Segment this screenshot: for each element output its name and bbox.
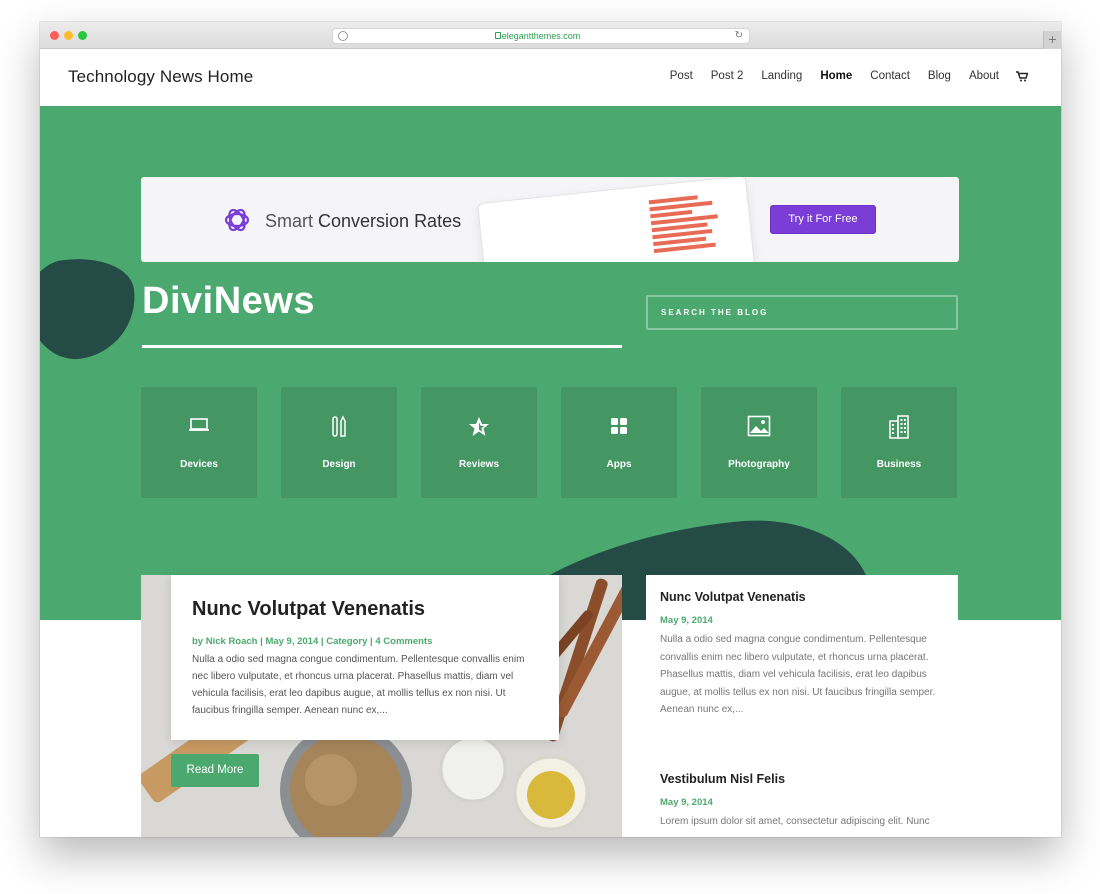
new-tab-button[interactable]: + — [1043, 31, 1061, 49]
nav-item-post-2[interactable]: Post 2 — [711, 70, 744, 82]
side-post-list: Nunc Volutpat Venenatis May 9, 2014 Null… — [646, 575, 958, 837]
featured-post-title[interactable]: Nunc Volutpat Venenatis — [192, 598, 425, 621]
blog-brand-title: DiviNews — [142, 280, 315, 322]
nav-item-about[interactable]: About — [969, 70, 999, 82]
pen-tools-icon — [332, 415, 346, 437]
category-label: Photography — [728, 459, 790, 470]
nav-item-landing[interactable]: Landing — [761, 70, 802, 82]
comments-link[interactable]: 4 Comments — [375, 636, 432, 647]
category-design[interactable]: Design — [281, 387, 397, 498]
address-bar[interactable]: elegantthemes.com ↻ — [332, 28, 750, 44]
minimize-window-button[interactable] — [64, 31, 73, 40]
building-icon — [889, 415, 909, 439]
category-label: Design — [322, 459, 356, 470]
category-label: Business — [876, 459, 922, 470]
browser-window: elegantthemes.com ↻ + Technology News Ho… — [40, 22, 1061, 837]
category-label: Devices — [180, 459, 218, 470]
cart-icon[interactable] — [1016, 71, 1028, 82]
brand-underline — [142, 345, 622, 348]
category-grid: Devices Design Reviews Apps Photography … — [141, 387, 957, 498]
ad-logo-icon — [224, 208, 250, 232]
category-link[interactable]: Category — [326, 636, 367, 647]
url-text: elegantthemes.com — [501, 31, 581, 41]
site-title[interactable]: Technology News Home — [68, 67, 253, 87]
side-post-title[interactable]: Vestibulum Nisl Felis — [660, 772, 785, 786]
browser-toolbar: elegantthemes.com ↻ + — [40, 22, 1061, 49]
side-post-date: May 9, 2014 — [660, 615, 713, 626]
site-header: Technology News Home Post Post 2 Landing… — [40, 49, 1061, 106]
side-post-title[interactable]: Nunc Volutpat Venenatis — [660, 590, 806, 604]
post-meta: by Nick Roach | May 9, 2014 | Category |… — [192, 636, 433, 647]
nav-item-home[interactable]: Home — [820, 70, 852, 82]
try-free-button[interactable]: Try it For Free — [770, 205, 876, 234]
nav-item-post[interactable]: Post — [670, 70, 693, 82]
nav-item-blog[interactable]: Blog — [928, 70, 951, 82]
ad-banner[interactable]: Smart Conversion Rates Try it For Free — [141, 177, 959, 262]
featured-post-card: Nunc Volutpat Venenatis by Nick Roach | … — [171, 575, 559, 740]
category-devices[interactable]: Devices — [141, 387, 257, 498]
hero-section: Smart Conversion Rates Try it For Free D… — [40, 106, 1061, 620]
category-label: Apps — [606, 459, 632, 470]
grid-icon — [611, 418, 627, 434]
read-more-button[interactable]: Read More — [171, 754, 259, 787]
decorative-blob — [40, 250, 143, 366]
image-icon — [747, 415, 771, 437]
side-post-excerpt: Nulla a odio sed magna congue condimentu… — [660, 634, 936, 715]
side-post-excerpt: Lorem ipsum dolor sit amet, consectetur … — [660, 816, 930, 827]
category-apps[interactable]: Apps — [561, 387, 677, 498]
laptop-icon — [189, 418, 209, 431]
maximize-window-button[interactable] — [78, 31, 87, 40]
reload-icon[interactable]: ↻ — [735, 30, 743, 41]
ad-headline: Smart Conversion Rates — [265, 211, 462, 231]
main-nav: Post Post 2 Landing Home Contact Blog Ab… — [652, 70, 1027, 82]
category-business[interactable]: Business — [841, 387, 957, 498]
category-reviews[interactable]: Reviews — [421, 387, 537, 498]
star-icon — [469, 417, 489, 436]
author-link[interactable]: Nick Roach — [206, 636, 258, 647]
post-date: May 9, 2014 — [265, 636, 319, 647]
ad-tablet-image — [477, 177, 755, 262]
close-window-button[interactable] — [50, 31, 59, 40]
featured-post-excerpt: Nulla a odio sed magna congue condimentu… — [192, 654, 525, 716]
category-label: Reviews — [458, 459, 500, 470]
search-input[interactable] — [646, 295, 958, 330]
side-post-date: May 9, 2014 — [660, 797, 713, 808]
category-photography[interactable]: Photography — [701, 387, 817, 498]
nav-item-contact[interactable]: Contact — [870, 70, 910, 82]
